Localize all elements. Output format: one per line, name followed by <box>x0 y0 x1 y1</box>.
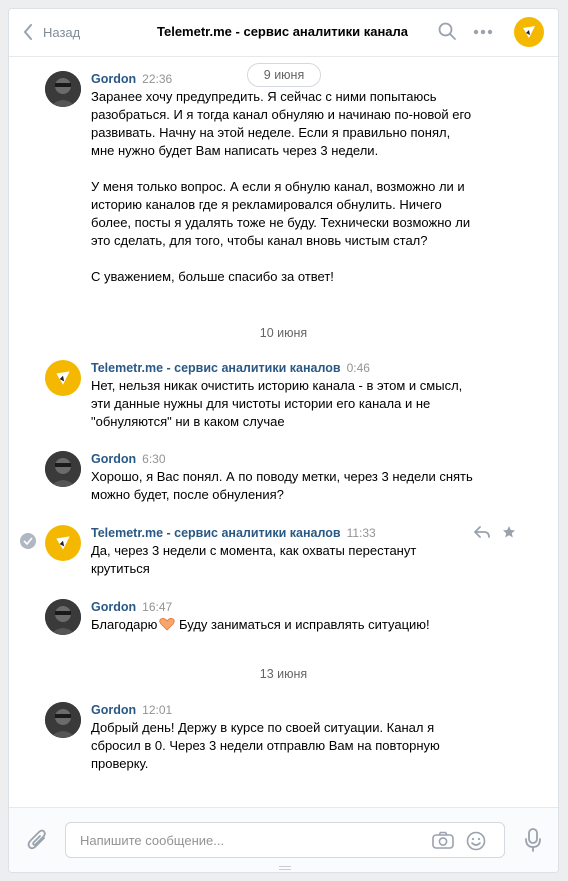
message-author[interactable]: Telemetr.me - сервис аналитики каналов <box>91 526 341 540</box>
user-avatar-icon <box>45 702 81 738</box>
resize-handle[interactable] <box>279 864 291 870</box>
message-time[interactable]: 16:47 <box>142 600 172 614</box>
message[interactable]: Telemetr.me - сервис аналитики каналов 0:… <box>45 360 538 430</box>
message[interactable]: Gordon 22:36 Заранее хочу предупредить. Я… <box>45 71 538 291</box>
composer <box>9 807 558 872</box>
avatar[interactable] <box>45 451 81 487</box>
chat-title[interactable]: Telemetr.me - сервис аналитики канала <box>157 24 417 39</box>
search-icon[interactable] <box>437 21 457 41</box>
message-list[interactable]: 9 июня Gordon 22:36 Заранее хочу предупре… <box>9 57 558 808</box>
date-separator: 10 июня <box>259 326 308 340</box>
avatar[interactable] <box>45 525 81 561</box>
avatar[interactable] <box>45 599 81 635</box>
telemetr-logo-icon <box>56 371 70 385</box>
message-text-part: Благодарю <box>91 617 158 632</box>
message-time[interactable]: 22:36 <box>142 72 172 86</box>
avatar[interactable] <box>45 360 81 396</box>
user-avatar-icon <box>45 451 81 487</box>
chat-avatar[interactable] <box>514 17 544 47</box>
paperclip-icon[interactable] <box>27 828 49 852</box>
telemetr-logo-icon <box>56 536 70 550</box>
message-text: Да, через 3 недели с момента, как охваты… <box>91 543 417 576</box>
message-time[interactable]: 0:46 <box>347 361 370 375</box>
message[interactable]: Telemetr.me - сервис аналитики каналов 11… <box>45 525 538 577</box>
avatar[interactable] <box>45 71 81 107</box>
star-icon[interactable] <box>502 525 516 539</box>
user-avatar-icon <box>45 599 81 635</box>
chat-window: Назад Telemetr.me - сервис аналитики кан… <box>8 8 559 873</box>
message-author[interactable]: Gordon <box>91 600 136 614</box>
user-avatar-icon <box>45 71 81 107</box>
back-button[interactable]: Назад <box>23 22 80 42</box>
chevron-left-icon <box>23 24 32 40</box>
more-icon[interactable] <box>473 29 493 35</box>
message-input-box[interactable] <box>65 822 505 858</box>
message[interactable]: Gordon 6:30 Хорошо, я Вас понял. А по пов… <box>45 451 538 503</box>
message-time[interactable]: 12:01 <box>142 703 172 717</box>
message-text: Заранее хочу предупредить. Я сейчас с ни… <box>91 89 472 284</box>
message-time[interactable]: 11:33 <box>347 526 376 540</box>
back-label: Назад <box>43 24 81 40</box>
microphone-icon[interactable] <box>524 828 542 852</box>
message-text: Нет, нельзя никак очистить историю канал… <box>91 378 463 429</box>
message[interactable]: Gordon 16:47 Благодарю Буду заниматься и … <box>45 599 538 639</box>
message-text: Хорошо, я Вас понял. А по поводу метки, … <box>91 469 473 502</box>
chat-header: Назад Telemetr.me - сервис аналитики кан… <box>9 9 558 57</box>
date-separator: 13 июня <box>259 667 308 681</box>
message-author[interactable]: Gordon <box>91 452 136 466</box>
heart-hands-emoji-icon <box>159 618 176 631</box>
reply-icon[interactable] <box>474 525 490 539</box>
message-author[interactable]: Gordon <box>91 703 136 717</box>
camera-icon[interactable] <box>432 831 454 849</box>
message-text: Добрый день! Держу в курсе по своей ситу… <box>91 720 440 771</box>
message-time[interactable]: 6:30 <box>142 452 165 466</box>
message-text: Благодарю Буду заниматься и исправлять с… <box>91 616 538 634</box>
read-check-icon[interactable] <box>20 533 36 549</box>
message-input[interactable] <box>78 832 422 849</box>
avatar[interactable] <box>45 702 81 738</box>
message-author[interactable]: Gordon <box>91 72 136 86</box>
message-actions <box>474 525 516 539</box>
smile-icon[interactable] <box>466 831 486 851</box>
message[interactable]: Gordon 12:01 Добрый день! Держу в курсе п… <box>45 702 538 772</box>
telemetr-logo-icon <box>523 26 535 38</box>
message-author[interactable]: Telemetr.me - сервис аналитики каналов <box>91 361 341 375</box>
message-text-part: Буду заниматься и исправлять ситуацию! <box>175 617 430 632</box>
